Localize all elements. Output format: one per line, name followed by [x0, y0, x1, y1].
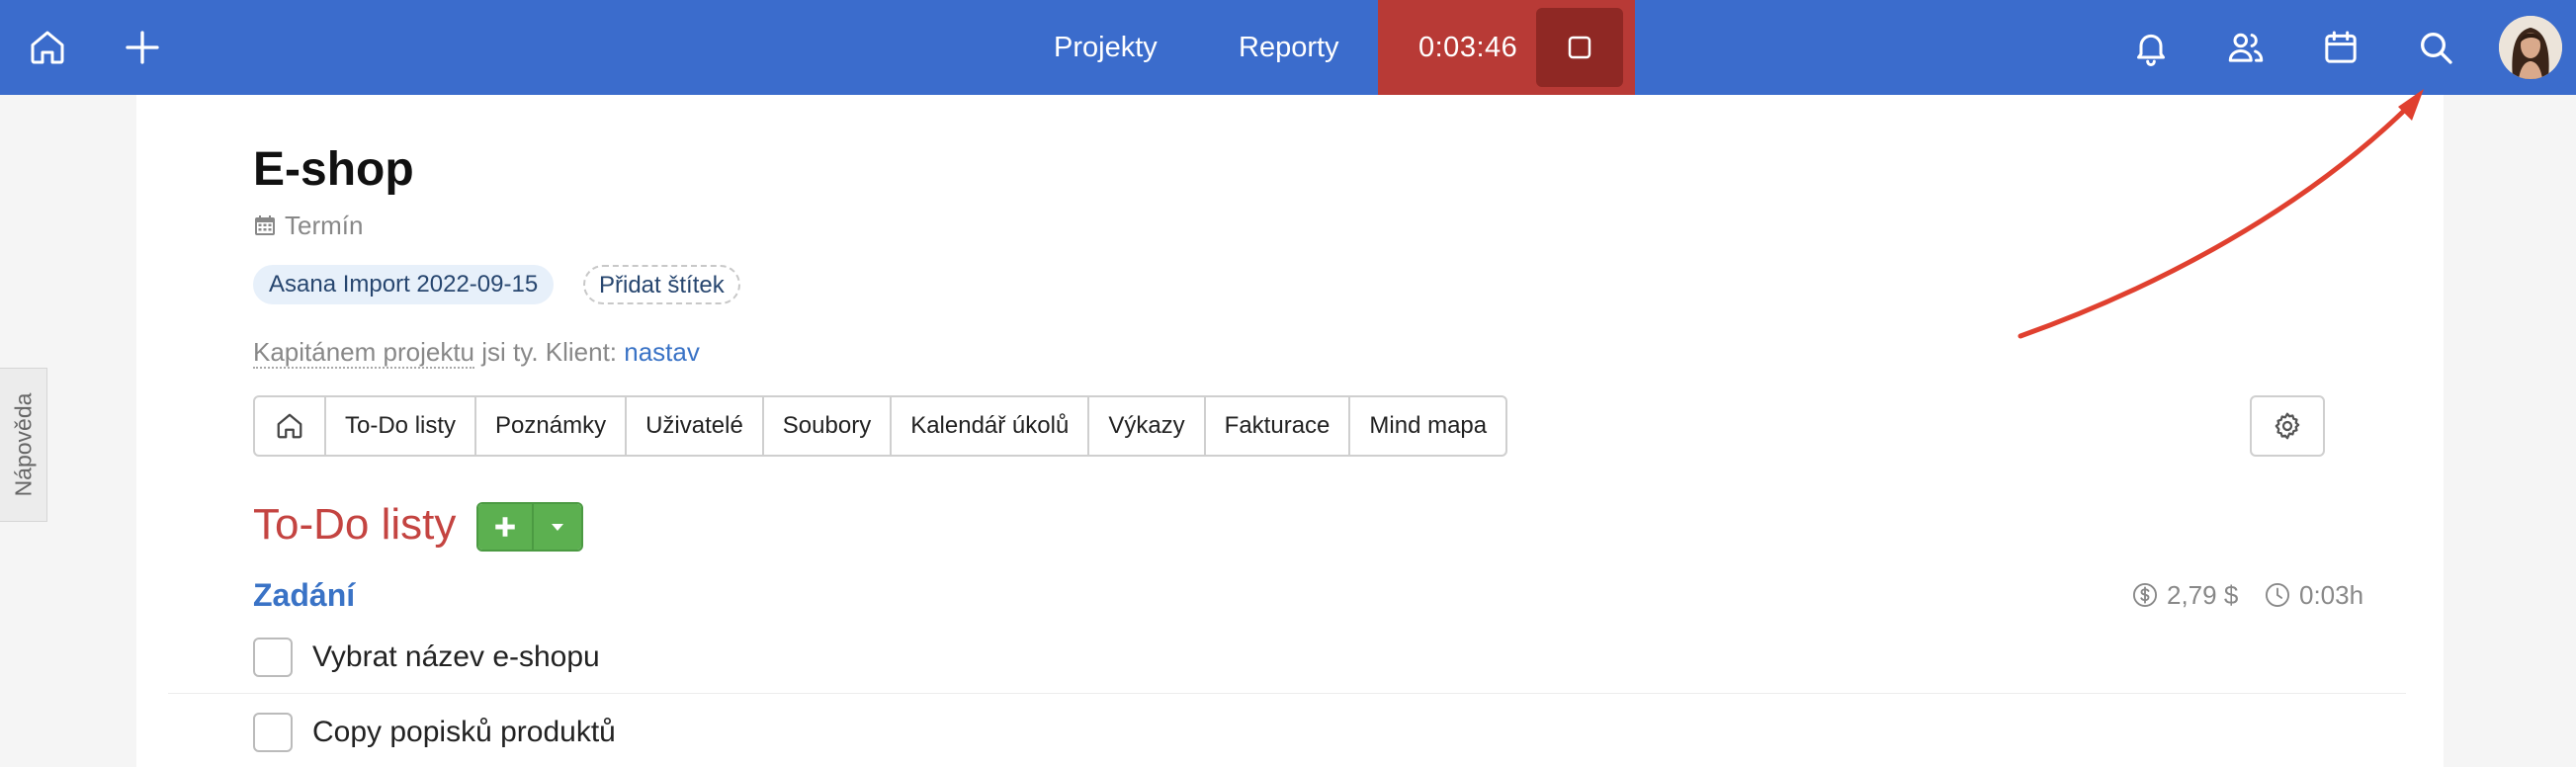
project-settings-button[interactable] [2250, 395, 2325, 457]
tab-notes[interactable]: Poznámky [476, 397, 628, 455]
time-tracker: 0:03:46 [1378, 0, 1635, 95]
list-cost-value: 2,79 $ [2167, 579, 2239, 610]
add-tag-button[interactable]: Přidat štítek [583, 265, 740, 304]
timer-stop-button[interactable] [1536, 8, 1623, 87]
deadline-field[interactable]: Termín [253, 206, 363, 245]
project-captain-line: Kapitánem projektu jsi ty. Klient: nasta… [253, 334, 700, 370]
project-tabs: To-Do listy Poznámky Uživatelé Soubory K… [253, 395, 1508, 457]
home-small-icon [277, 413, 302, 439]
captain-label[interactable]: Kapitánem projektu [253, 337, 475, 369]
project-tag[interactable]: Asana Import 2022-09-15 [253, 265, 555, 304]
list-time-value: 0:03h [2299, 579, 2364, 610]
todo-checkbox[interactable] [253, 638, 293, 677]
help-tab-label: Nápověda [10, 392, 36, 497]
tab-mind-map[interactable]: Mind mapa [1350, 397, 1505, 455]
calendar-icon[interactable] [2317, 24, 2364, 71]
list-time: 0:03h [2264, 577, 2363, 613]
home-icon[interactable] [24, 24, 71, 71]
gear-icon [2275, 412, 2300, 440]
tab-timesheets[interactable]: Výkazy [1089, 397, 1206, 455]
add-todo-list-control [476, 502, 583, 552]
calendar-small-icon [255, 215, 275, 235]
tab-todo-lists[interactable]: To-Do listy [326, 397, 477, 455]
chevron-down-icon [552, 524, 563, 531]
list-item: Vybrat název e-shopu [253, 636, 600, 679]
deadline-label: Termín [285, 210, 364, 240]
section-title: To-Do listy [253, 500, 457, 549]
plus-small-icon [495, 517, 515, 537]
user-avatar[interactable] [2499, 16, 2562, 79]
tab-users[interactable]: Uživatelé [627, 397, 764, 455]
timer-value: 0:03:46 [1418, 32, 1518, 63]
stop-icon [1568, 36, 1591, 59]
add-options-dropdown[interactable] [534, 504, 581, 550]
todo-label[interactable]: Vybrat název e-shopu [312, 640, 600, 674]
tab-files[interactable]: Soubory [764, 397, 893, 455]
tab-home[interactable] [255, 397, 326, 455]
set-client-link[interactable]: nastav [624, 337, 700, 367]
todo-list-title[interactable]: Zadání [253, 573, 355, 617]
clock-icon [2265, 582, 2290, 608]
tab-invoicing[interactable]: Fakturace [1206, 397, 1351, 455]
row-divider [168, 693, 2406, 694]
add-todo-list-button[interactable] [478, 504, 534, 550]
top-navigation-bar: Projekty Reporty 0:03:46 [0, 0, 2576, 95]
nav-projekty-link[interactable]: Projekty [1054, 0, 1158, 95]
plus-icon[interactable] [119, 24, 166, 71]
dollar-circle-icon [2132, 582, 2158, 608]
search-icon[interactable] [2412, 24, 2459, 71]
todo-checkbox[interactable] [253, 713, 293, 752]
list-cost: 2,79 $ [2131, 577, 2238, 613]
tab-task-calendar[interactable]: Kalendář úkolů [892, 397, 1090, 455]
page-title: E-shop [253, 143, 414, 196]
bell-icon[interactable] [2127, 24, 2175, 71]
users-icon[interactable] [2222, 24, 2270, 71]
captain-rest-text: jsi ty. Klient: [474, 337, 625, 367]
list-item: Copy popisků produktů [253, 711, 616, 754]
nav-reporty-link[interactable]: Reporty [1239, 0, 1339, 95]
todo-label[interactable]: Copy popisků produktů [312, 716, 616, 749]
help-side-tab[interactable]: Nápověda [0, 368, 47, 522]
